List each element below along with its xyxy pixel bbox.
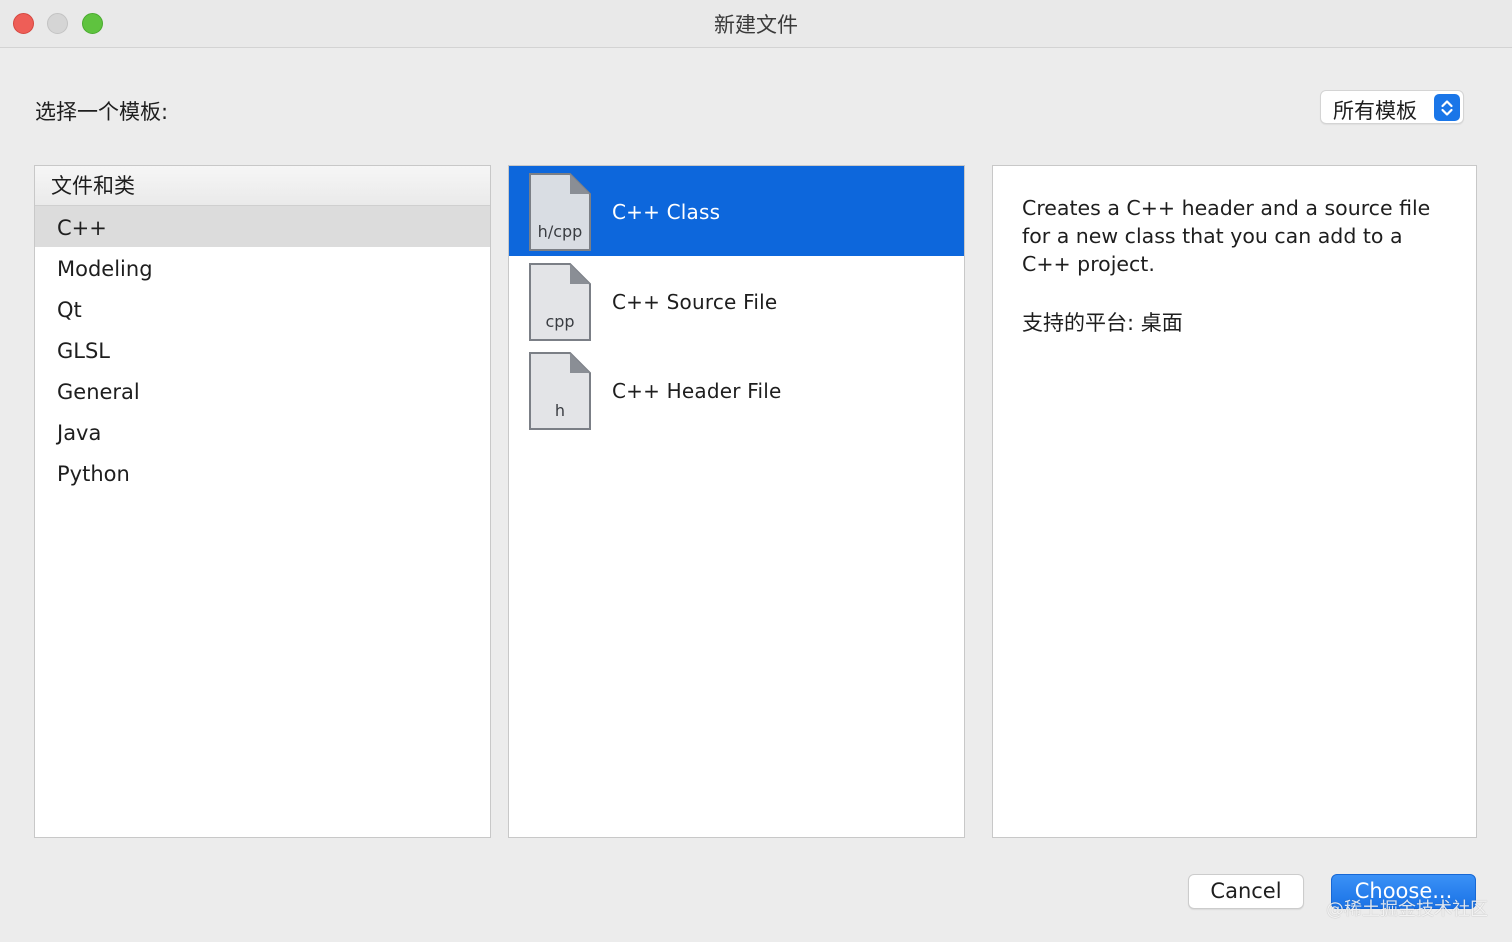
file-cpp-icon: cpp <box>529 262 591 341</box>
category-group-header: 文件和类 <box>35 166 490 206</box>
file-icon-caption: h <box>555 401 565 420</box>
template-filter-value: 所有模板 <box>1333 99 1417 123</box>
up-down-chevron-icon <box>1434 94 1460 121</box>
file-hcpp-icon: h/cpp <box>529 173 591 251</box>
template-list-panel: h/cpp C++ Class cpp C++ Source File h C+… <box>508 165 965 838</box>
template-description: Creates a C++ header and a source file f… <box>1022 196 1431 276</box>
template-item-cpp-source[interactable]: cpp C++ Source File <box>509 256 964 346</box>
file-icon-caption: h/cpp <box>538 222 583 241</box>
file-icon-caption: cpp <box>545 312 574 331</box>
category-item-modeling[interactable]: Modeling <box>35 247 490 288</box>
template-label: C++ Source File <box>612 289 778 314</box>
cancel-button[interactable]: Cancel <box>1188 874 1304 909</box>
template-label: C++ Header File <box>612 379 782 403</box>
choose-template-label: 选择一个模板: <box>35 100 169 124</box>
window-title: 新建文件 <box>714 13 798 37</box>
category-list-panel: 文件和类 C++ Modeling Qt GLSL General Java P… <box>34 165 491 838</box>
category-item-java[interactable]: Java <box>35 411 490 452</box>
category-item-qt[interactable]: Qt <box>35 288 490 329</box>
template-item-cpp-class[interactable]: h/cpp C++ Class <box>509 166 964 256</box>
category-item-glsl[interactable]: GLSL <box>35 329 490 370</box>
title-bar: 新建文件 <box>0 0 1512 48</box>
template-item-cpp-header[interactable]: h C++ Header File <box>509 345 964 435</box>
template-label: C++ Class <box>612 200 721 224</box>
supported-platforms: 支持的平台: 桌面 <box>1022 311 1183 335</box>
template-filter-select[interactable]: 所有模板 <box>1320 90 1464 124</box>
watermark: @稀土掘金技术社区 <box>1326 899 1488 920</box>
category-item-python[interactable]: Python <box>35 452 490 493</box>
category-item-cpp[interactable]: C++ <box>35 206 490 247</box>
template-description-panel: Creates a C++ header and a source file f… <box>992 165 1477 838</box>
file-h-icon: h <box>529 352 591 430</box>
new-file-dialog: 新建文件 选择一个模板: 所有模板 文件和类 C++ Modeling Qt G… <box>0 0 1512 942</box>
category-item-general[interactable]: General <box>35 370 490 411</box>
